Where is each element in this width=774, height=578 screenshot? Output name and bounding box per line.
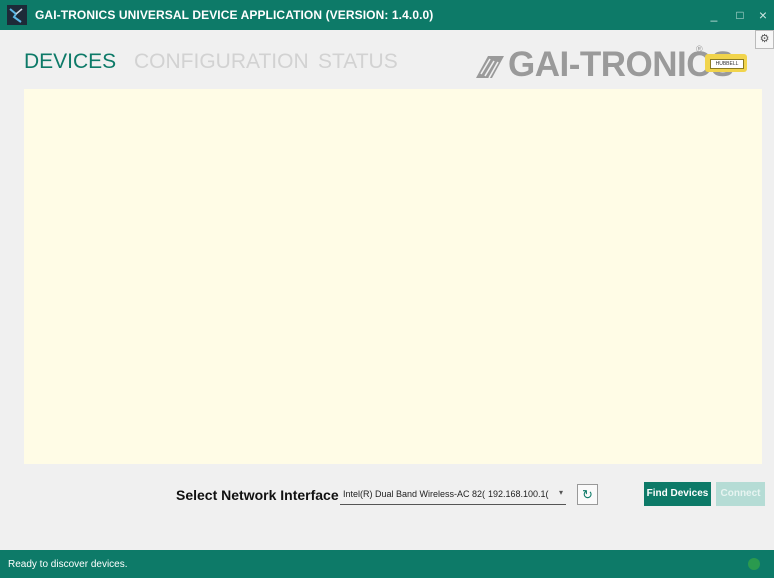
hubbell-badge: HUBBELL (705, 54, 747, 72)
close-button[interactable]: × (754, 6, 772, 24)
maximize-button[interactable]: □ (731, 6, 749, 24)
network-ip-value: 192.168.100.1( (488, 489, 549, 499)
chevron-down-icon: ▾ (558, 488, 563, 497)
minimize-button[interactable]: _ (705, 6, 723, 24)
device-list-panel[interactable] (24, 89, 762, 464)
hubbell-badge-text: HUBBELL (710, 59, 744, 69)
window-title: GAI-TRONICS UNIVERSAL DEVICE APPLICATION… (35, 8, 434, 22)
app-icon (7, 5, 27, 25)
network-interface-select[interactable]: Intel(R) Dual Band Wireless-AC 82( 192.1… (340, 485, 566, 505)
connect-button[interactable]: Connect (716, 482, 765, 506)
tab-status[interactable]: STATUS (318, 50, 398, 74)
settings-button[interactable]: ⚙ (755, 30, 774, 49)
status-bar: Ready to discover devices. (0, 550, 774, 578)
title-bar: GAI-TRONICS UNIVERSAL DEVICE APPLICATION… (0, 0, 774, 30)
tab-devices[interactable]: DEVICES (24, 50, 116, 74)
status-indicator-icon (748, 558, 760, 570)
gear-icon: ⚙ (759, 33, 770, 45)
refresh-icon: ↻ (582, 487, 593, 502)
network-interface-label: Select Network Interface (176, 487, 339, 503)
network-adapter-value: Intel(R) Dual Band Wireless-AC 82( (343, 489, 486, 499)
refresh-button[interactable]: ↻ (577, 484, 598, 505)
status-message: Ready to discover devices. (8, 559, 128, 570)
logo-mark-icon (476, 56, 504, 79)
tab-configuration[interactable]: CONFIGURATION (134, 50, 309, 74)
logo-registered-mark: ® (696, 44, 703, 54)
find-devices-button[interactable]: Find Devices (644, 482, 711, 506)
